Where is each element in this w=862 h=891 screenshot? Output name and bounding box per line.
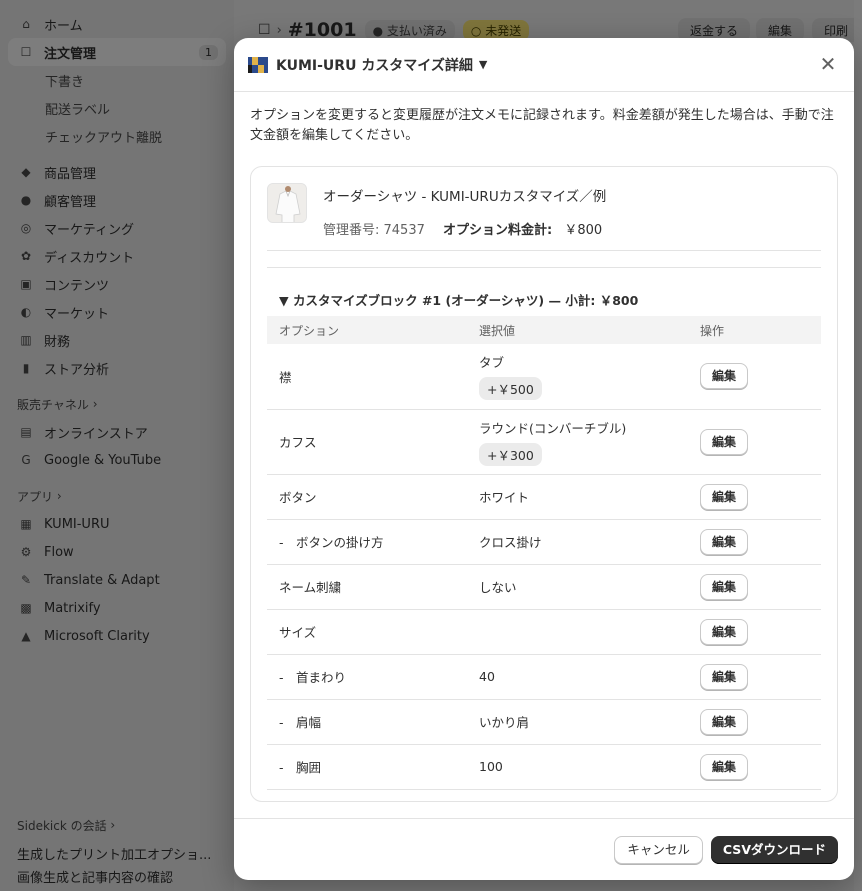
- option-name: - ボタンの掛け方: [267, 519, 467, 565]
- option-value: 100: [479, 759, 503, 774]
- product-card: オーダーシャツ - KUMI-URUカスタマイズ／例 管理番号: 74537 オ…: [250, 166, 838, 802]
- action-cell: 編集: [688, 564, 821, 610]
- modal-footer: キャンセル CSVダウンロード: [234, 818, 854, 880]
- cancel-button[interactable]: キャンセル: [614, 835, 703, 864]
- table-row: 襟タブ +￥500 編集: [267, 344, 821, 410]
- action-cell: 編集: [688, 409, 821, 475]
- product-summary: オーダーシャツ - KUMI-URUカスタマイズ／例 管理番号: 74537 オ…: [267, 183, 821, 251]
- option-total-label: オプション料金計:: [443, 223, 553, 238]
- customize-detail-modal: KUMI-URU カスタマイズ詳細 ▼ ✕ オプションを変更すると変更履歴が注文…: [234, 38, 854, 880]
- product-thumbnail: [267, 183, 307, 223]
- option-name: - 胸囲: [267, 744, 467, 790]
- chevron-down-icon[interactable]: ▼: [479, 58, 487, 71]
- action-cell: 編集: [688, 474, 821, 520]
- close-icon[interactable]: ✕: [816, 52, 840, 76]
- modal-header: KUMI-URU カスタマイズ詳細 ▼ ✕: [234, 38, 854, 92]
- action-cell: 編集: [688, 654, 821, 700]
- customize-block-title[interactable]: ▼ カスタマイズブロック #1 (オーダーシャツ) — 小計: ￥800: [267, 290, 821, 309]
- management-number: 管理番号: 74537: [323, 223, 425, 238]
- edit-option-button[interactable]: 編集: [700, 663, 748, 690]
- table-header-row: オプション 選択値 操作: [267, 316, 821, 344]
- table-row: - 胸囲 100 編集: [267, 744, 821, 790]
- option-value-cell: クロス掛け: [467, 519, 688, 565]
- kumi-uru-logo-icon: [248, 56, 268, 73]
- csv-download-button[interactable]: CSVダウンロード: [710, 835, 838, 864]
- action-cell: 編集: [688, 699, 821, 745]
- option-value-cell: いかり肩: [467, 699, 688, 745]
- option-total-value: ￥800: [564, 223, 603, 238]
- edit-option-button[interactable]: 編集: [700, 528, 748, 555]
- modal-body: オプションを変更すると変更履歴が注文メモに記録されます。料金差額が発生した場合は…: [234, 92, 854, 818]
- table-row: - 肩幅 いかり肩 編集: [267, 699, 821, 745]
- option-name: - 肩幅: [267, 699, 467, 745]
- option-value: クロス掛け: [479, 535, 542, 550]
- options-table: オプション 選択値 操作 襟タブ +￥500 編集 カフス ラウンド(コンバーチブル) +…: [267, 316, 821, 790]
- option-value: いかり肩: [479, 715, 530, 730]
- option-name: - 首まわり: [267, 654, 467, 700]
- price-badge: +￥500: [479, 377, 542, 401]
- option-name: サイズ: [267, 609, 467, 655]
- edit-option-button[interactable]: 編集: [700, 363, 748, 390]
- col-option-header: オプション: [279, 323, 340, 338]
- option-value: ホワイト: [479, 490, 530, 505]
- change-history-notice: オプションを変更すると変更履歴が注文メモに記録されます。料金差額が発生した場合は…: [250, 108, 834, 143]
- option-value-cell: ホワイト: [467, 474, 688, 520]
- edit-option-button[interactable]: 編集: [700, 708, 748, 735]
- option-name: 襟: [267, 344, 467, 410]
- option-name: ネーム刺繍: [267, 564, 467, 610]
- edit-option-button[interactable]: 編集: [700, 573, 748, 600]
- modal-title[interactable]: KUMI-URU カスタマイズ詳細: [276, 55, 473, 75]
- table-row: サイズ 編集: [267, 609, 821, 655]
- option-value-cell: タブ +￥500: [467, 344, 688, 410]
- option-value-cell: [467, 609, 688, 655]
- option-value-cell: 100: [467, 744, 688, 790]
- option-name: ボタン: [267, 474, 467, 520]
- table-row: ボタン ホワイト 編集: [267, 474, 821, 520]
- edit-option-button[interactable]: 編集: [700, 753, 748, 780]
- option-value-cell: しない: [467, 564, 688, 610]
- option-value: ラウンド(コンバーチブル): [479, 420, 627, 436]
- action-cell: 編集: [688, 519, 821, 565]
- table-row: カフス ラウンド(コンバーチブル) +￥300 編集: [267, 409, 821, 475]
- option-value: タブ: [479, 355, 505, 371]
- table-row: - ボタンの掛け方 クロス掛け 編集: [267, 519, 821, 565]
- option-value-cell: ラウンド(コンバーチブル) +￥300: [467, 409, 688, 475]
- edit-option-button[interactable]: 編集: [700, 483, 748, 510]
- action-cell: 編集: [688, 744, 821, 790]
- option-value: 40: [479, 669, 495, 684]
- product-name: オーダーシャツ - KUMI-URUカスタマイズ／例: [323, 189, 607, 205]
- col-value-header: 選択値: [479, 323, 516, 338]
- option-value: しない: [479, 580, 517, 595]
- table-row: ネーム刺繍 しない 編集: [267, 564, 821, 610]
- table-row: - 首まわり 40 編集: [267, 654, 821, 700]
- price-badge: +￥300: [479, 442, 542, 466]
- edit-option-button[interactable]: 編集: [700, 618, 748, 645]
- action-cell: 編集: [688, 609, 821, 655]
- col-action-header: 操作: [700, 323, 725, 338]
- action-cell: 編集: [688, 344, 821, 410]
- edit-option-button[interactable]: 編集: [700, 428, 748, 455]
- divider: [267, 267, 821, 268]
- option-value-cell: 40: [467, 654, 688, 700]
- option-name: カフス: [267, 409, 467, 475]
